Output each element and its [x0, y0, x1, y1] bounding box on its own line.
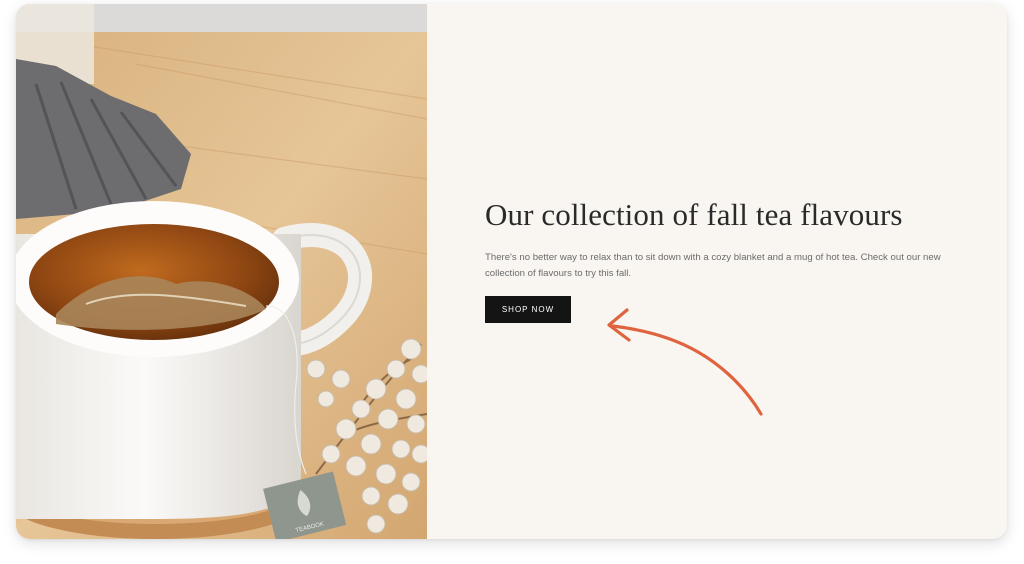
hero-content: Our collection of fall tea flavours Ther… — [427, 4, 1007, 539]
hero-title: Our collection of fall tea flavours — [485, 197, 903, 232]
hero-banner: TEABOOK Our collection of fall tea flavo… — [16, 4, 1007, 539]
tea-cup-photo: TEABOOK — [16, 4, 427, 539]
hero-description: There's no better way to relax than to s… — [485, 252, 941, 279]
curved-arrow-icon — [607, 308, 763, 416]
shop-now-button[interactable]: SHOP NOW — [485, 296, 571, 323]
